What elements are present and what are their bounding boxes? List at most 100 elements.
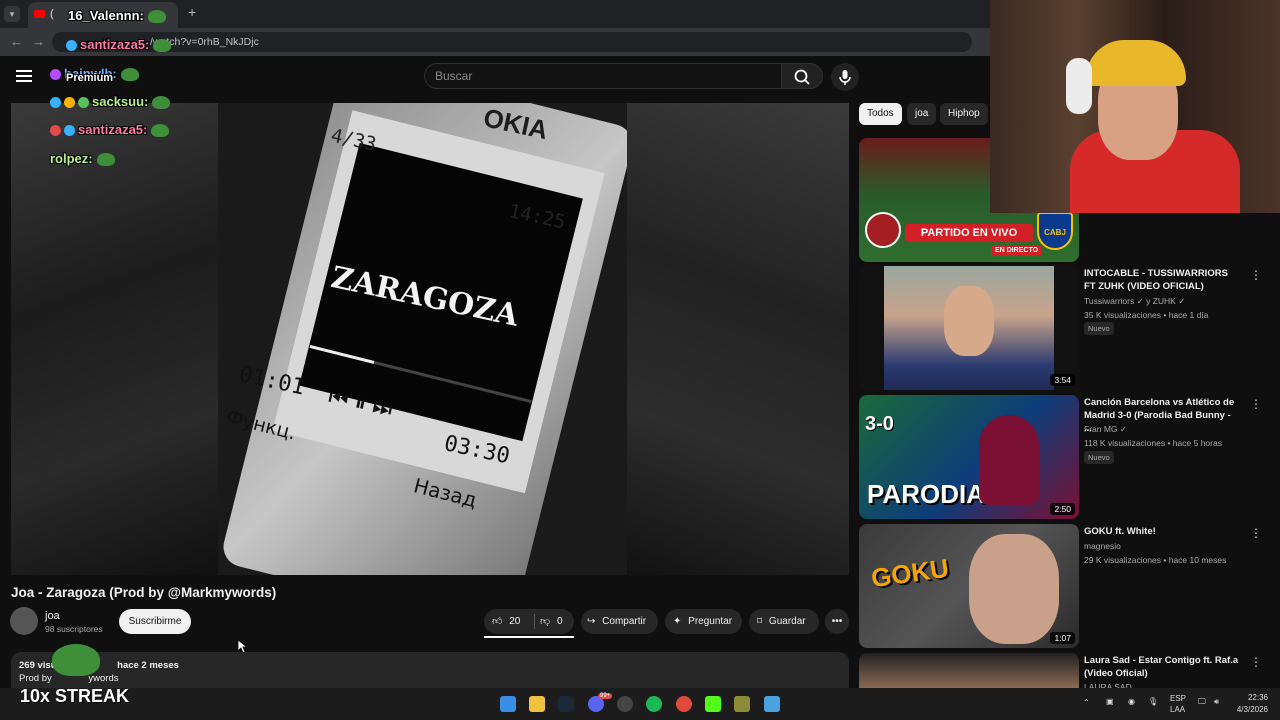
duration-badge: 3:54 (1050, 374, 1075, 386)
pepe-emote-icon (147, 10, 166, 24)
steam-icon[interactable] (558, 696, 574, 712)
boca-crest-icon: CABJ (1037, 212, 1073, 250)
video-title-goku[interactable]: GOKU ft. White! (1084, 525, 1239, 538)
video-thumbnail-intocable[interactable]: 3:54 (859, 266, 1079, 390)
verified-icon: ✓ (1178, 296, 1186, 306)
file-explorer-icon[interactable] (529, 696, 545, 712)
clock-date[interactable]: 4/3/2026 (1234, 705, 1268, 714)
like-divider (534, 614, 535, 629)
video-thumbnail-barcelona[interactable]: 3-0 PARODIA 2:50 (859, 395, 1079, 519)
duration-badge: 2:50 (1050, 503, 1075, 515)
chat-message: rolpez: (50, 151, 115, 167)
channel-name[interactable]: joa (45, 610, 60, 622)
hamburger-menu-icon[interactable] (16, 70, 32, 82)
notepad-icon[interactable] (764, 696, 780, 712)
chat-message: santizaza5: (66, 37, 172, 53)
badge-icon (50, 97, 61, 109)
video-channel-goku[interactable]: magnesio (1084, 541, 1121, 551)
dislike-count: 0 (556, 616, 563, 627)
video-player[interactable]: OKIA 4/33 14:25 ZARAGOZA 01:01 ⏮ ⏸ ⏭ 03:… (11, 103, 849, 575)
search-input[interactable]: Buscar (424, 63, 782, 89)
save-button[interactable]: ⌑ Guardar (749, 609, 819, 634)
chat-username: 16_Valennn: (68, 8, 144, 23)
back-arrow-icon[interactable]: ← (10, 34, 23, 49)
sparkle-icon: ✦ (673, 616, 682, 627)
channel-extra[interactable]: y ZUHK (1146, 296, 1176, 306)
notification-badge: 99+ (598, 693, 613, 699)
more-vertical-icon[interactable]: ⋮ (1250, 526, 1262, 540)
more-horizontal-icon: ••• (831, 616, 843, 627)
thumb-parodia-text: PARODIA (867, 479, 985, 509)
video-title-intocable[interactable]: INTOCABLE - TUSSIWARRIORS FT ZUHK (VIDEO… (1084, 267, 1239, 293)
share-icon: ↪ (587, 616, 596, 627)
chip-joa[interactable]: joa (907, 103, 937, 125)
more-vertical-icon[interactable]: ⋮ (1250, 655, 1262, 669)
pepe-emote-icon (151, 124, 170, 138)
browser-tab-title: ( (50, 8, 54, 20)
channel-avatar[interactable] (10, 607, 38, 635)
thumbs-down-icon: 👎︎ (540, 616, 551, 627)
streak-label: 10x STREAK (20, 686, 130, 706)
url-field[interactable]: /watch?v=0rhB_NkJDjc (52, 32, 972, 52)
thumbs-up-icon: 👍︎ (492, 616, 503, 627)
spotify-icon[interactable] (646, 696, 662, 712)
language-indicator[interactable]: ESP (1170, 694, 1186, 703)
tab-search-chevron-icon[interactable]: ▾ (4, 6, 20, 22)
dislike-button[interactable]: 👎︎ 0 (540, 609, 563, 634)
voice-search-button[interactable] (831, 63, 859, 91)
channel-name[interactable]: Tussiwarriors (1084, 296, 1134, 306)
video-frame-phone: OKIA 4/33 14:25 ZARAGOZA 01:01 ⏮ ⏸ ⏭ 03:… (218, 103, 627, 575)
microphone-tray-icon[interactable]: 🎙︎ (1148, 697, 1158, 706)
badge-icon (66, 40, 77, 52)
webcam-overlay (990, 0, 1280, 213)
network-icon[interactable]: 🖵︎ (1198, 697, 1206, 707)
video-blurred-right (627, 103, 849, 575)
chrome-icon[interactable] (676, 696, 692, 712)
minecraft-icon[interactable] (734, 696, 750, 712)
headphone-left (1066, 58, 1092, 114)
video-title: Joa - Zaragoza (Prod by @Markmywords) (11, 585, 277, 600)
tray-app-icon[interactable]: ◉ (1128, 697, 1135, 706)
ask-button[interactable]: ✦ Preguntar (665, 609, 742, 634)
pepe-emote-icon (152, 96, 171, 110)
chat-message: santizaza5: (50, 122, 170, 138)
chip-hiphop[interactable]: Hiphop (940, 103, 988, 125)
chat-username: sacksuu: (92, 94, 149, 109)
subscribe-button[interactable]: Suscribirme (119, 609, 191, 634)
video-meta-barcelona: 118 K visualizaciones • hace 5 horas (1084, 438, 1222, 448)
video-title-laura-sad[interactable]: Laura Sad - Estar Contigo ft. Raf.a (Vid… (1084, 654, 1239, 680)
chip-todos[interactable]: Todos (859, 103, 902, 125)
windows-start-icon[interactable] (500, 696, 516, 712)
new-badge: Nuevo (1084, 451, 1114, 464)
video-thumbnail-goku[interactable]: GOKU 1:07 (859, 524, 1079, 648)
channel-subscriber-count: 98 suscriptores (45, 624, 103, 634)
video-thumbnail-laura-sad[interactable] (859, 653, 1079, 688)
video-channel-intocable: Tussiwarriors ✓ y ZUHK ✓ (1084, 296, 1185, 307)
kick-icon[interactable] (705, 696, 721, 712)
verified-icon: ✓ (1136, 296, 1144, 306)
more-vertical-icon[interactable]: ⋮ (1250, 268, 1262, 282)
like-dislike-group: 👍︎ 20 👎︎ 0 (484, 609, 574, 638)
search-button[interactable] (781, 63, 823, 89)
chat-username: santizaza5: (80, 37, 150, 52)
more-actions-button[interactable]: ••• (825, 609, 849, 634)
like-count: 20 (509, 616, 521, 627)
upload-date: hace 2 meses (117, 660, 179, 671)
more-vertical-icon[interactable]: ⋮ (1250, 397, 1262, 411)
region-indicator[interactable]: LAA (1170, 705, 1185, 714)
chat-username: rolpez: (50, 151, 93, 166)
volume-icon[interactable]: 🔊︎ (1214, 697, 1219, 707)
like-button[interactable]: 👍︎ 20 (492, 609, 520, 634)
badge-icon (64, 125, 75, 137)
chat-username: santizaza5: (78, 122, 148, 137)
new-tab-button[interactable]: + (188, 4, 196, 20)
share-button[interactable]: ↪ Compartir (581, 609, 658, 634)
microphone-icon (839, 70, 851, 85)
tray-overflow-icon[interactable]: ⌃ (1083, 698, 1090, 707)
forward-arrow-icon[interactable]: → (32, 34, 45, 49)
thumb-score: 3-0 (865, 413, 894, 435)
clock-time[interactable]: 22:36 (1234, 693, 1268, 702)
obs-icon[interactable] (617, 696, 633, 712)
channel-name[interactable]: Fran MG (1084, 424, 1118, 434)
tray-app-icon[interactable]: ▣ (1106, 697, 1114, 706)
